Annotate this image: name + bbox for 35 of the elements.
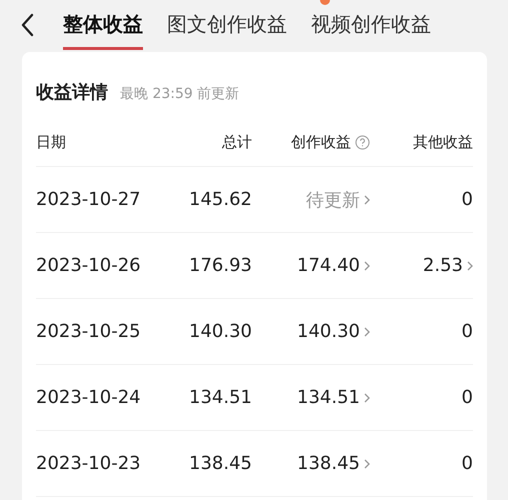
creative-earnings-link[interactable]: 134.51: [297, 387, 370, 408]
chevron-right-icon[interactable]: [467, 260, 473, 270]
creative-earnings-link[interactable]: 138.45: [297, 453, 370, 474]
total-cell: 176.93: [189, 255, 252, 276]
column-header: 日期: [36, 132, 66, 150]
creative-earnings-link[interactable]: 140.30: [297, 321, 370, 342]
date-cell: 2023-10-24: [36, 387, 141, 408]
column-header: 创作收益: [291, 132, 351, 152]
total-cell: 140.30: [189, 321, 252, 342]
chevron-right-icon[interactable]: [364, 194, 370, 204]
date-cell: 2023-10-25: [36, 321, 141, 342]
other-earnings-cell: 0: [462, 321, 473, 342]
chevron-right-icon[interactable]: [364, 392, 370, 402]
column-header: 总计: [222, 132, 252, 152]
chevron-right-icon[interactable]: [364, 326, 370, 336]
creative-earnings-link[interactable]: 174.40: [297, 255, 370, 276]
other-earnings-cell: 0: [462, 453, 473, 474]
total-cell: 145.62: [189, 189, 252, 210]
chevron-right-icon[interactable]: [364, 260, 370, 270]
other-earnings-cell: 0: [462, 189, 473, 210]
help-icon[interactable]: [355, 134, 370, 150]
column-header: 其他收益: [413, 132, 473, 152]
total-cell: 138.45: [189, 453, 252, 474]
date-cell: 2023-10-27: [36, 189, 141, 210]
tab[interactable]: 图文创作收益: [167, 0, 287, 50]
date-cell: 2023-10-23: [36, 453, 141, 474]
other-earnings-link[interactable]: 2.53: [422, 255, 473, 276]
back-icon[interactable]: [20, 13, 34, 37]
other-earnings-cell: 0: [462, 387, 473, 408]
card-title: 收益详情: [36, 81, 108, 104]
date-cell: 2023-10-26: [36, 255, 141, 276]
total-cell: 134.51: [189, 387, 252, 408]
chevron-right-icon[interactable]: [364, 458, 370, 468]
tab[interactable]: 视频创作收益: [311, 0, 431, 50]
update-note: 最晚 23:59 前更新: [120, 85, 240, 103]
